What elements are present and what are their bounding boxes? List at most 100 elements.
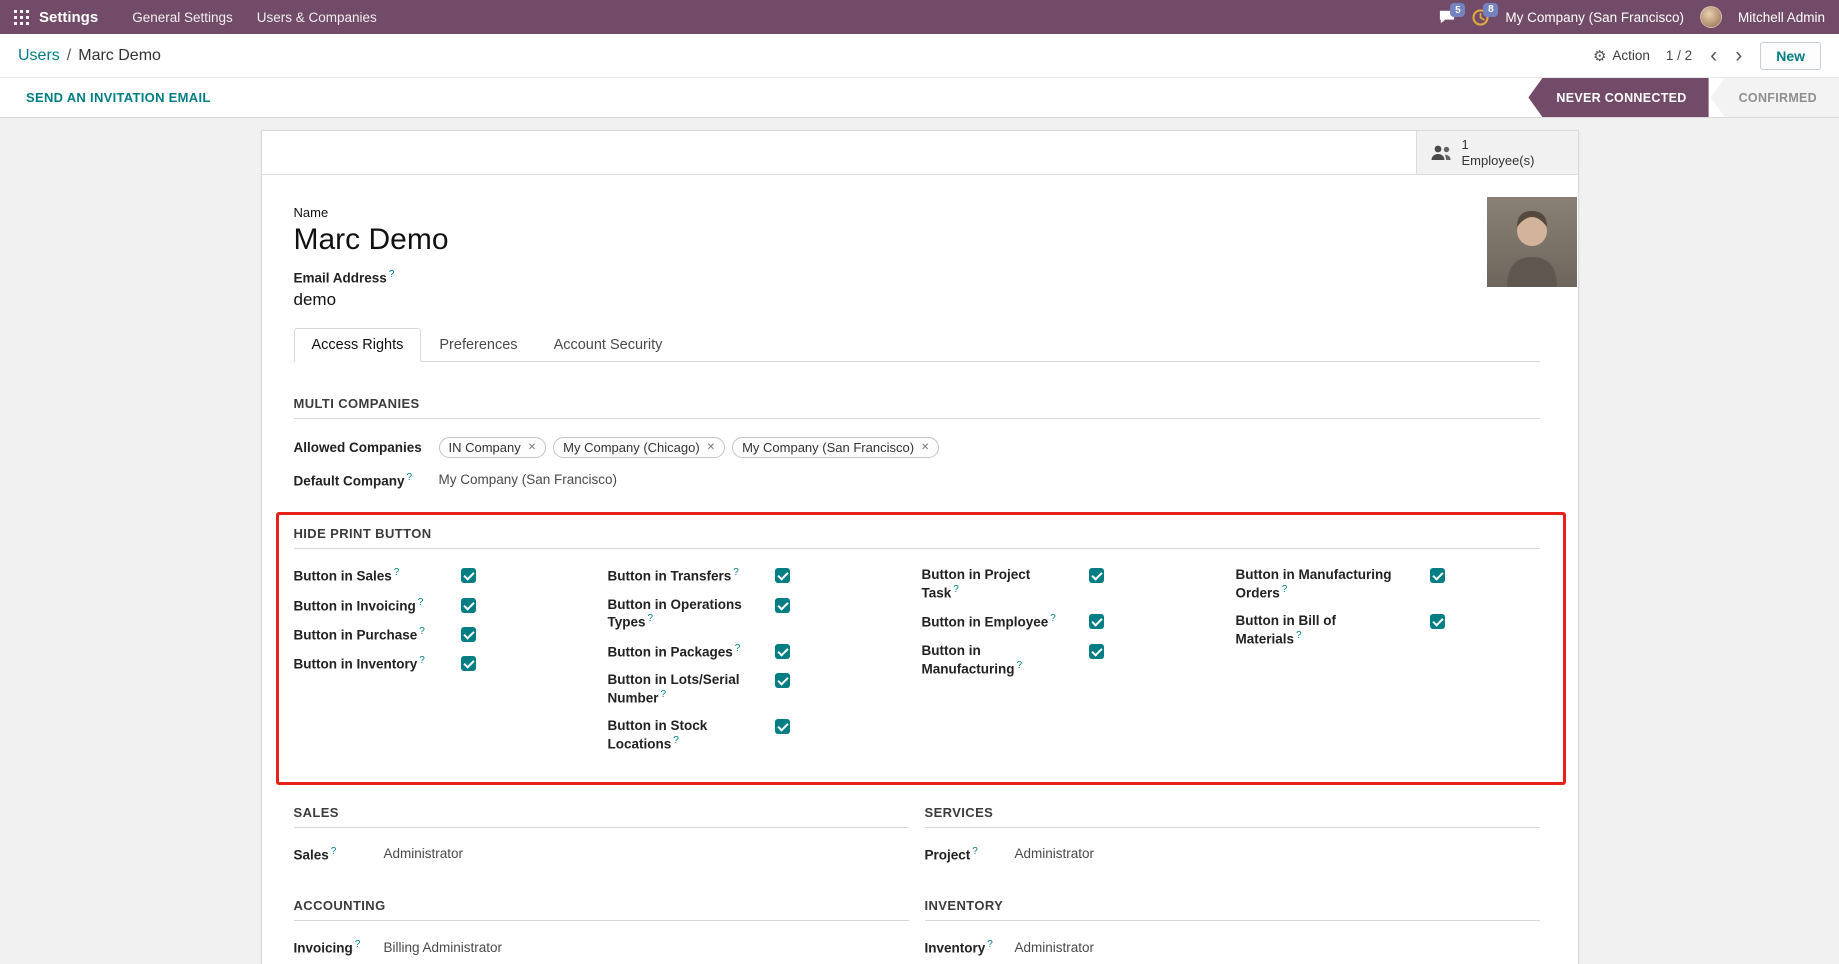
field-button-in-operations-types: Button in Operations Types? [608,597,912,632]
menu-general-settings[interactable]: General Settings [132,10,233,25]
help-icon: ? [648,613,654,624]
tab-preferences[interactable]: Preferences [421,328,535,362]
employees-stat-button[interactable]: 1 Employee(s) [1416,131,1578,174]
user-menu[interactable]: Mitchell Admin [1738,10,1825,25]
checkbox-button-in-packages[interactable] [775,644,790,659]
remove-tag-icon[interactable]: ✕ [528,442,536,453]
section-multi-companies: MULTI COMPANIES Allowed Companies IN Com… [294,396,1540,489]
remove-tag-icon[interactable]: ✕ [921,442,929,453]
checkbox-label: Button in Stock Locations? [608,718,753,753]
checkbox-button-in-inventory[interactable] [461,656,476,671]
checkbox-button-in-operations-types[interactable] [775,598,790,613]
company-tag[interactable]: My Company (Chicago) ✕ [553,437,725,458]
messages-button[interactable]: 5 [1438,9,1456,25]
help-icon: ? [1282,584,1288,595]
checkbox-button-in-lots-serial-number[interactable] [775,673,790,688]
hide-print-grid: Button in Sales? Button in Invoicing? Bu… [294,567,1540,765]
checkbox-button-in-transfers[interactable] [775,568,790,583]
help-icon: ? [1017,660,1023,671]
checkbox-button-in-manufacturing[interactable] [1089,644,1104,659]
hide-print-column-4: Button in Manufacturing Orders? Button i… [1236,567,1540,765]
app-name[interactable]: Settings [39,9,98,26]
tab-access-rights[interactable]: Access Rights [294,328,422,362]
company-tag[interactable]: IN Company ✕ [439,437,547,458]
checkbox-button-in-stock-locations[interactable] [775,719,790,734]
send-invitation-email-button[interactable]: SEND AN INVITATION EMAIL [0,78,237,117]
hide-print-title: HIDE PRINT BUTTON [294,526,1540,549]
breadcrumb-users-link[interactable]: Users [18,47,60,65]
checkbox-label: Button in Inventory? [294,655,439,673]
field-button-in-purchase: Button in Purchase? [294,626,598,644]
checkbox-button-in-invoicing[interactable] [461,598,476,613]
employees-stat-label: Employee(s) [1462,153,1535,169]
field-button-in-sales: Button in Sales? [294,567,598,585]
inventory-field-value[interactable]: Administrator [1015,940,1540,955]
help-icon: ? [419,626,425,637]
button-box: 1 Employee(s) [262,131,1578,175]
name-field-value[interactable]: Marc Demo [294,223,1540,257]
company-tag[interactable]: My Company (San Francisco) ✕ [732,437,939,458]
control-panel: Users / Marc Demo ⚙ Action 1 / 2 ‹ › New [0,34,1839,78]
default-company-label: Default Company? [294,472,429,489]
field-button-in-lots-serial-number: Button in Lots/Serial Number? [608,672,912,707]
pager-counter: 1 / 2 [1666,48,1692,63]
checkbox-button-in-bill-of-materials[interactable] [1430,614,1445,629]
checkbox-label: Button in Transfers? [608,567,753,585]
remove-tag-icon[interactable]: ✕ [707,442,715,453]
user-photo[interactable] [1487,197,1577,287]
field-button-in-project-task: Button in Project Task? [922,567,1226,602]
help-icon: ? [972,846,978,857]
activities-button[interactable]: 8 [1472,9,1489,26]
checkbox-label: Button in Manufacturing? [922,643,1042,678]
help-icon: ? [331,846,337,857]
company-tag-label: My Company (Chicago) [563,440,700,455]
hide-print-column-2: Button in Transfers? Button in Operation… [608,567,912,765]
sales-title: SALES [294,805,909,828]
allowed-companies-row: Allowed Companies IN Company ✕ My Compan… [294,437,1540,458]
checkbox-button-in-employee[interactable] [1089,614,1104,629]
checkbox-label: Button in Employee? [922,613,1067,631]
checkbox-button-in-purchase[interactable] [461,627,476,642]
field-button-in-transfers: Button in Transfers? [608,567,912,585]
messages-badge: 5 [1450,3,1465,17]
hide-print-column-3: Button in Project Task? Button in Employ… [922,567,1226,765]
top-navbar: Settings General Settings Users & Compan… [0,0,1839,34]
status-confirmed[interactable]: CONFIRMED [1711,78,1839,117]
pager-previous-button[interactable]: ‹ [1708,45,1719,66]
status-never-connected[interactable]: NEVER CONNECTED [1528,78,1708,117]
checkbox-label: Button in Project Task? [922,567,1067,602]
field-button-in-employee: Button in Employee? [922,613,1226,631]
menu-users-companies[interactable]: Users & Companies [257,10,377,25]
checkbox-button-in-sales[interactable] [461,568,476,583]
content-area: 1 Employee(s) Nam [0,118,1839,964]
project-field-value[interactable]: Administrator [1015,846,1540,861]
company-switcher[interactable]: My Company (San Francisco) [1505,10,1684,25]
user-avatar[interactable] [1700,6,1722,28]
hide-print-column-1: Button in Sales? Button in Invoicing? Bu… [294,567,598,765]
invoicing-field-value[interactable]: Billing Administrator [384,940,909,955]
invoicing-field-row: Invoicing? Billing Administrator [294,939,909,956]
new-button[interactable]: New [1760,42,1821,70]
field-button-in-manufacturing-orders: Button in Manufacturing Orders? [1236,567,1540,602]
apps-menu-icon[interactable] [14,10,29,25]
activities-badge: 8 [1483,3,1498,17]
checkbox-button-in-manufacturing-orders[interactable] [1430,568,1445,583]
services-title: SERVICES [925,805,1540,828]
help-icon: ? [1296,630,1302,641]
pager-next-button[interactable]: › [1733,45,1744,66]
field-button-in-stock-locations: Button in Stock Locations? [608,718,912,753]
section-sales: SALES Sales? Administrator [294,805,909,875]
section-hide-print-button: HIDE PRINT BUTTON Button in Sales? Butto… [294,526,1540,765]
email-field-value[interactable]: demo [294,290,1540,310]
tab-account-security[interactable]: Account Security [536,328,681,362]
field-button-in-invoicing: Button in Invoicing? [294,597,598,615]
project-field-label: Project? [925,846,1005,863]
help-icon: ? [987,939,993,950]
checkbox-label: Button in Manufacturing Orders? [1236,567,1408,602]
checkbox-button-in-project-task[interactable] [1089,568,1104,583]
sales-field-value[interactable]: Administrator [384,846,909,861]
help-icon: ? [733,567,739,578]
action-menu-button[interactable]: ⚙ Action [1593,47,1650,65]
default-company-value[interactable]: My Company (San Francisco) [439,472,1540,487]
checkbox-label: Button in Operations Types? [608,597,753,632]
